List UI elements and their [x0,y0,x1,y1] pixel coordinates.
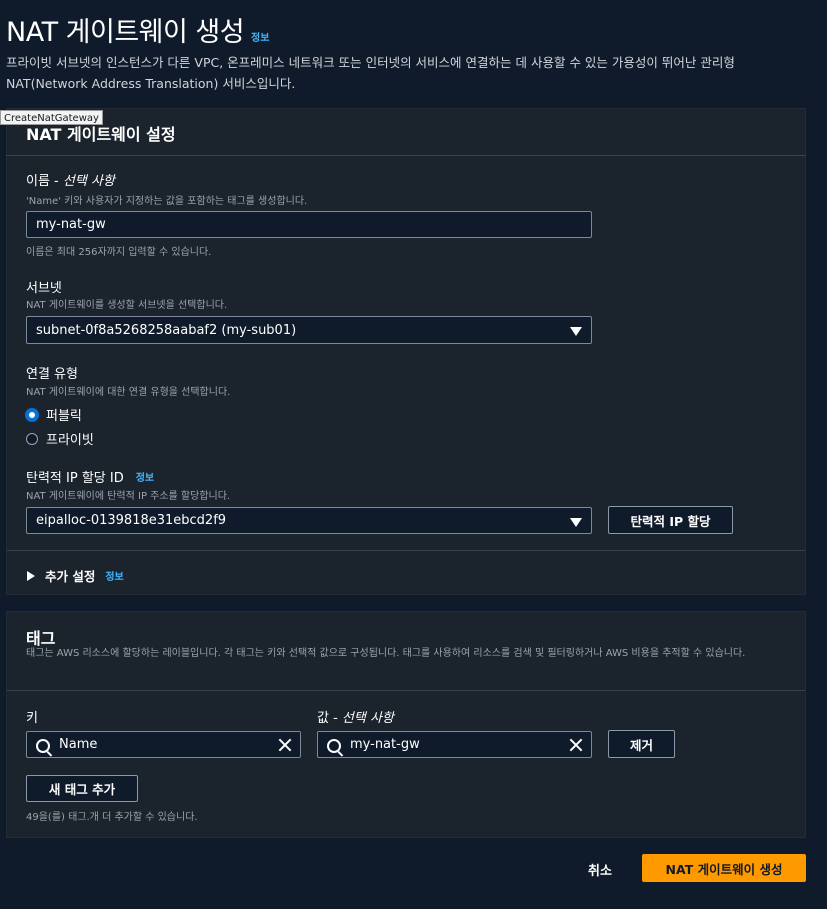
create-nat-gateway-button[interactable]: NAT 게이트웨이 생성 [642,854,806,882]
eip-info-link[interactable]: 정보 [136,469,154,484]
settings-divider [7,550,805,551]
additional-settings-label: 추가 설정 [45,569,96,584]
name-label-text: 이름 - [26,174,63,189]
radio-public[interactable]: 퍼블릭 [26,405,82,424]
eip-label-row: 탄력적 IP 할당 ID 정보 [26,467,154,486]
additional-settings-toggle[interactable]: 추가 설정 정보 [27,566,124,585]
tag-key-header: 키 [26,711,38,726]
cancel-button[interactable]: 취소 [588,860,612,879]
radio-public-label: 퍼블릭 [46,409,82,424]
name-input-value: my-nat-gw [36,217,106,232]
additional-info-link[interactable]: 정보 [105,568,123,583]
name-label-optional: 선택 사항 [62,174,115,189]
tag-value-value: my-nat-gw [350,737,420,752]
eip-label: 탄력적 IP 할당 ID [26,471,124,486]
subnet-select[interactable]: subnet-0f8a5268258aabaf2 (my-sub01) [26,316,592,344]
clear-icon[interactable] [569,738,583,752]
tag-value-header: 값 - 선택 사항 [317,707,394,726]
name-input[interactable]: my-nat-gw [26,211,592,238]
search-icon [36,739,50,753]
title-info-link[interactable]: 정보 [251,29,269,44]
tag-key-input[interactable]: Name [26,731,301,758]
page-description: 프라이빗 서브넷의 인스턴스가 다른 VPC, 온프레미스 네트워크 또는 인터… [6,55,735,91]
remove-tag-button[interactable]: 제거 [608,730,675,758]
eip-select[interactable]: eipalloc-0139818e31ebcd2f9 [26,507,592,534]
add-tag-button[interactable]: 새 태그 추가 [26,775,138,802]
tags-remaining-hint: 49을(를) 태그.개 더 추가할 수 있습니다. [26,812,198,823]
radio-selected-icon [26,408,38,421]
eip-hint: NAT 게이트웨이에 탄력적 IP 주소를 할당합니다. [26,491,231,502]
name-hint: 'Name' 키와 사용자가 지정하는 값을 포함하는 태그를 생성합니다. [26,196,308,207]
caret-down-icon [570,518,582,527]
tooltip: CreateNatGateway [0,110,103,125]
tag-value-header-text: 값 - [317,711,342,726]
page-title: NAT 게이트웨이 생성 [6,17,245,48]
eip-select-value: eipalloc-0139818e31ebcd2f9 [36,513,227,528]
tag-value-input[interactable]: my-nat-gw [317,731,592,758]
connectivity-label: 연결 유형 [26,367,78,382]
name-label: 이름 - 선택 사항 [26,170,115,189]
tags-divider [7,690,805,691]
tags-description: 태그는 AWS 리소스에 할당하는 레이블입니다. 각 태그는 키와 선택적 값… [26,648,746,659]
allocate-eip-button[interactable]: 탄력적 IP 할당 [608,506,733,534]
radio-private[interactable]: 프라이빗 [26,429,94,448]
expand-triangle-icon [27,570,35,581]
radio-unselected-icon [26,432,38,445]
search-icon [327,739,341,753]
name-constraint: 이름은 최대 256자까지 입력할 수 있습니다. [26,247,212,258]
caret-down-icon [570,327,582,336]
subnet-select-value: subnet-0f8a5268258aabaf2 (my-sub01) [36,322,297,338]
tag-value-header-optional: 선택 사항 [341,711,394,726]
connectivity-hint: NAT 게이트웨이에 대한 연결 유형을 선택합니다. [26,387,231,398]
clear-icon[interactable] [278,738,292,752]
tag-key-value: Name [59,737,98,752]
subnet-label: 서브넷 [26,281,62,296]
subnet-hint: NAT 게이트웨이를 생성할 서브넷을 선택합니다. [26,300,228,311]
radio-private-label: 프라이빗 [46,433,94,448]
